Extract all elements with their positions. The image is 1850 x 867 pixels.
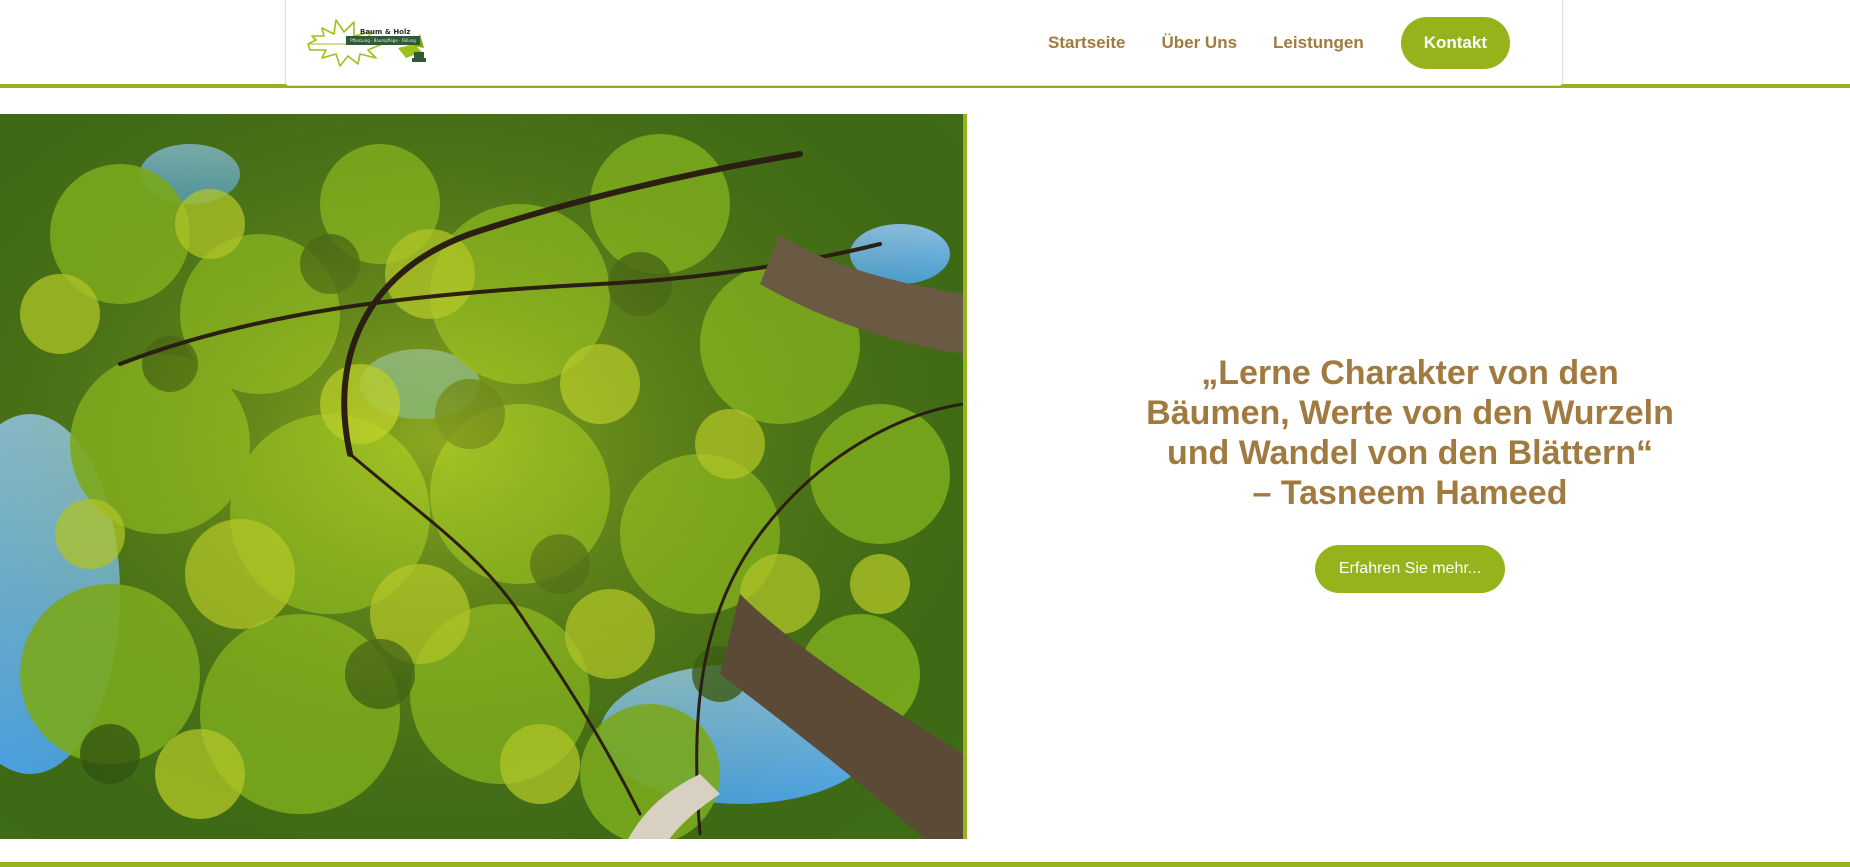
brand-logo[interactable]: Baum & Holz Pflanzung · Baumpflege · Fäl… (302, 14, 432, 70)
logo-title: Baum & Holz (360, 28, 411, 36)
nav-item-leistungen[interactable]: Leistungen (1273, 33, 1364, 53)
quote-line: Bäumen, Werte von den Wurzeln (1146, 394, 1674, 432)
tree-canopy-photo-icon (0, 114, 963, 839)
header-bar: Baum & Holz Pflanzung · Baumpflege · Fäl… (285, 0, 1563, 86)
quote-line: „Lerne Charakter von den (1201, 354, 1619, 392)
quote-line: und Wandel von den Blättern“ (1166, 434, 1654, 472)
nav-item-startseite[interactable]: Startseite (1048, 33, 1125, 53)
section-divider (0, 862, 1850, 867)
quote-author: – Tasneem Hameed (1252, 474, 1568, 512)
site-header: Baum & Holz Pflanzung · Baumpflege · Fäl… (0, 0, 1850, 88)
nav-item-ueber-uns[interactable]: Über Uns (1161, 33, 1237, 53)
contact-button[interactable]: Kontakt (1400, 17, 1510, 69)
hero-image (0, 114, 967, 839)
main-nav: Startseite Über Uns Leistungen Kontakt (1012, 17, 1510, 69)
logo-tagline: Pflanzung · Baumpflege · Fällung (346, 36, 420, 45)
hero-quote-section: „Lerne Charakter von den Bäumen, Werte v… (1080, 353, 1740, 593)
learn-more-button[interactable]: Erfahren Sie mehr... (1314, 545, 1506, 593)
hero-quote: „Lerne Charakter von den Bäumen, Werte v… (1080, 353, 1740, 513)
